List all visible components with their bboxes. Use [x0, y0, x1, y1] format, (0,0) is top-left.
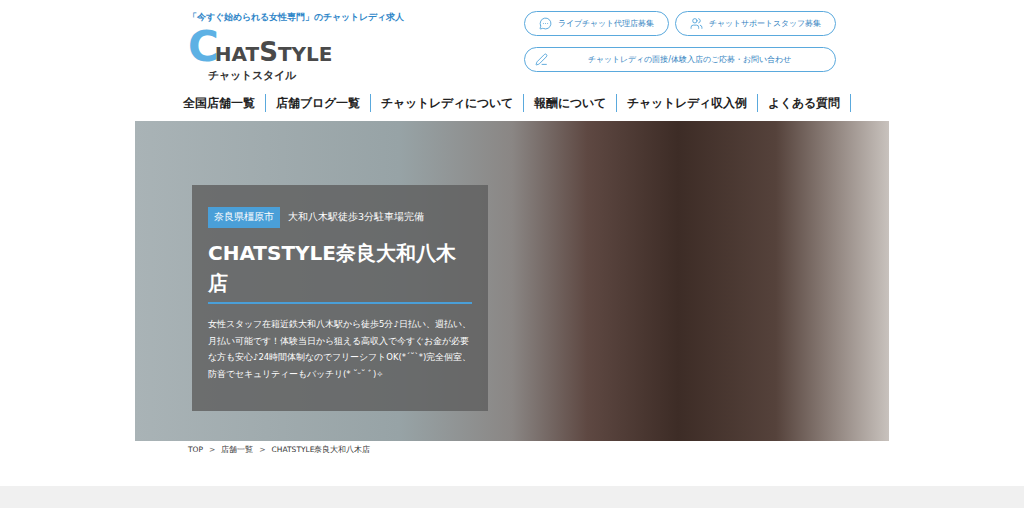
staff-icon — [690, 17, 703, 30]
button-label: チャットサポートスタッフ募集 — [709, 18, 821, 29]
nav-item[interactable]: 報酬について — [524, 94, 617, 112]
page: 「今すぐ始められる女性専門」のチャットレディ求人CHATSTYLEチャットスタイ… — [0, 0, 1024, 508]
breadcrumb-separator: > — [259, 445, 265, 455]
header-buttons: ライブチャット代理店募集 チャットサポートスタッフ募集チャットレディの面接/体験入… — [524, 11, 836, 72]
shop-card: 奈良県橿原市大和八木駅徒歩3分駐車場完備 CHATSTYLE奈良大和八木店女性スタ… — [192, 185, 488, 411]
shop-title: CHATSTYLE奈良大和八木店 — [208, 238, 472, 304]
nav-item[interactable]: 店舗ブログ一覧 — [266, 94, 371, 112]
breadcrumb-separator: > — [209, 445, 215, 455]
recruit-button[interactable]: チャットサポートスタッフ募集 — [675, 11, 836, 36]
button-label: チャットレディの面接/体験入店のご応募・お問い合わせ — [554, 54, 825, 65]
button-label: ライブチャット代理店募集 — [558, 18, 654, 29]
chat-icon — [539, 17, 552, 30]
recruit-button[interactable]: ライブチャット代理店募集 — [524, 11, 669, 36]
contact-button[interactable]: チャットレディの面接/体験入店のご応募・お問い合わせ — [524, 47, 836, 72]
content-band — [0, 486, 1024, 508]
logo-kana: チャットスタイル — [208, 68, 404, 83]
logo-letters: HAT — [215, 44, 259, 64]
shop-description: 女性スタッフ在籍近鉄大和八木駅から徒歩5分♪日払い、週払い、月払い可能です！体験… — [208, 316, 472, 382]
nav-item[interactable]: 全国店舗一覧 — [173, 94, 266, 112]
logo-letters: TYLE — [278, 44, 333, 64]
area-tag: 奈良県橿原市 — [208, 207, 280, 228]
header-container: 「今すぐ始められる女性専門」のチャットレディ求人CHATSTYLEチャットスタイ… — [188, 0, 836, 112]
breadcrumb-item[interactable]: TOP — [188, 445, 203, 455]
hero-photo: 奈良県橿原市大和八木駅徒歩3分駐車場完備 CHATSTYLE奈良大和八木店女性スタ… — [135, 121, 889, 441]
header: 「今すぐ始められる女性専門」のチャットレディ求人CHATSTYLEチャットスタイ… — [188, 0, 836, 83]
logo-letters: C — [188, 26, 215, 68]
breadcrumb-item[interactable]: 店舗一覧 — [221, 445, 253, 455]
breadcrumb-item[interactable]: CHATSTYLE奈良大和八木店 — [272, 445, 371, 455]
nav-item[interactable]: よくある質問 — [758, 94, 851, 112]
tagline: 「今すぐ始められる女性専門」のチャットレディ求人 — [188, 11, 404, 24]
logo-letters: S — [259, 39, 278, 65]
access-text: 大和八木駅徒歩3分駐車場完備 — [288, 211, 424, 224]
tag-row: 奈良県橿原市大和八木駅徒歩3分駐車場完備 — [208, 207, 472, 228]
main-nav: 全国店舗一覧店舗ブログ一覧チャットレディについて報酬についてチャットレディ収入例… — [188, 94, 836, 112]
brand[interactable]: 「今すぐ始められる女性専門」のチャットレディ求人CHATSTYLEチャットスタイ… — [188, 11, 404, 83]
logo[interactable]: CHATSTYLE — [188, 26, 404, 68]
nav-item[interactable]: チャットレディについて — [371, 94, 524, 112]
nav-item[interactable]: チャットレディ収入例 — [617, 94, 758, 112]
pill-row: ライブチャット代理店募集 チャットサポートスタッフ募集 — [524, 11, 836, 36]
breadcrumb: TOP > 店舗一覧 > CHATSTYLE奈良大和八木店 — [188, 445, 836, 455]
pen-icon — [535, 53, 548, 66]
